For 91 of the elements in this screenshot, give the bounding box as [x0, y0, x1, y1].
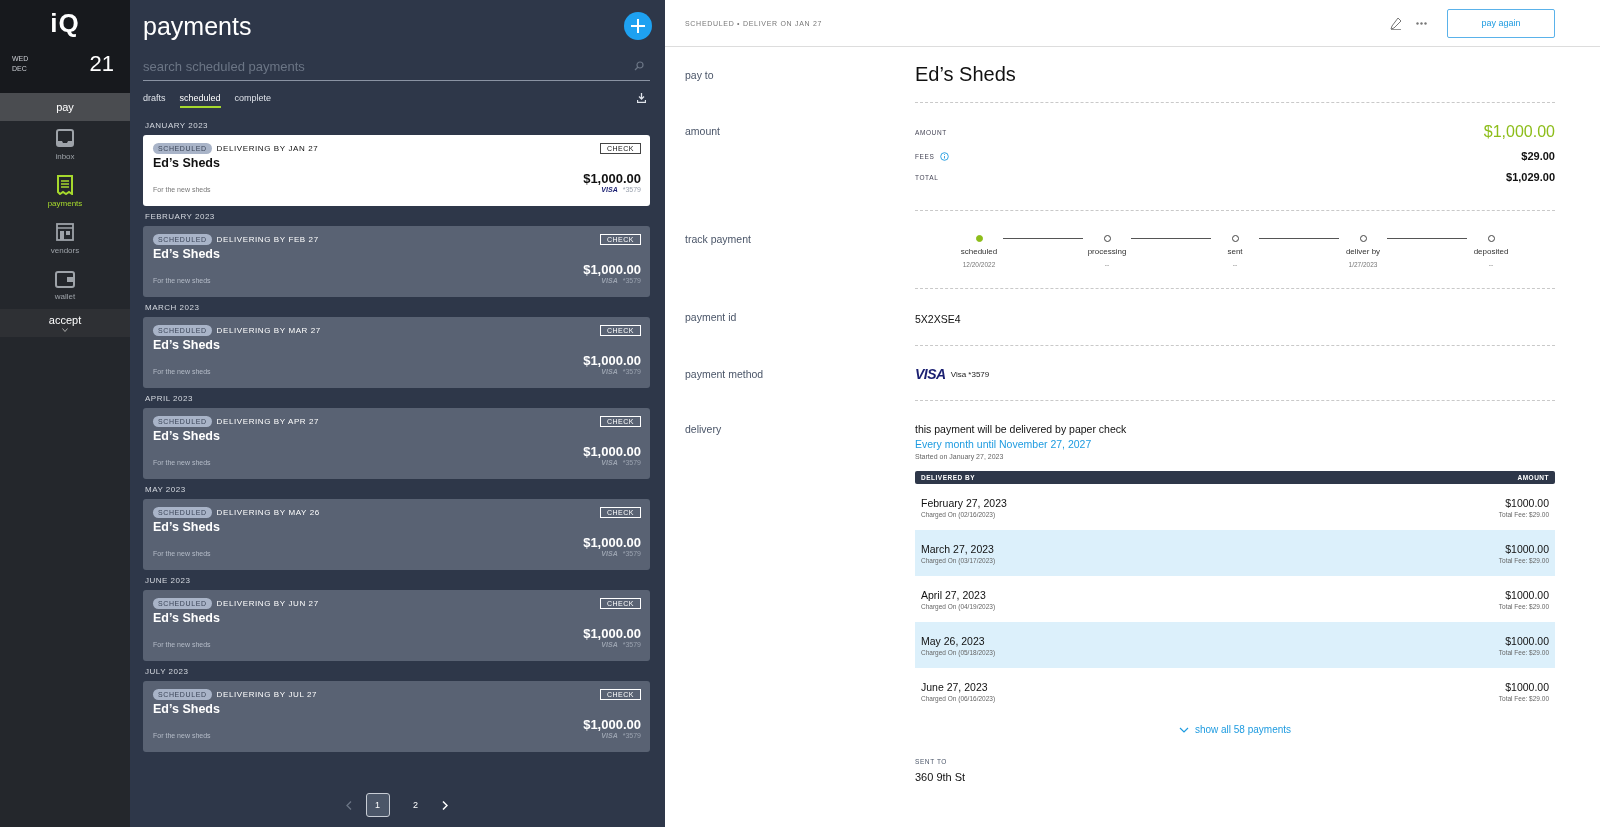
filter-tab[interactable]: drafts	[143, 88, 166, 108]
nav-item[interactable]: payments	[0, 168, 130, 215]
add-button[interactable]	[624, 12, 652, 40]
month-heading: JANUARY 2023	[144, 120, 210, 132]
search-icon	[634, 61, 644, 71]
step-label: scheduled	[960, 247, 998, 256]
page-button[interactable]: 1	[365, 793, 390, 817]
show-all-link[interactable]: show all 58 payments	[1178, 724, 1292, 735]
previous-icon[interactable]	[345, 800, 352, 810]
address-line: 360 9th St	[915, 771, 967, 783]
month-heading: APRIL 2023	[144, 393, 194, 405]
delivery-date: April 27, 2023	[921, 588, 987, 601]
nav-section[interactable]: accept	[0, 309, 130, 337]
step-label: sent	[1227, 247, 1243, 256]
amount: $1000.00	[1505, 634, 1549, 647]
nav-item[interactable]: inbox	[0, 121, 130, 168]
amount: $1,000.00	[583, 262, 641, 277]
payee-name: Ed’s Sheds	[153, 338, 220, 352]
delivery-date: DELIVERING BY JUL 27	[216, 690, 318, 699]
card-number: Visa *3579	[950, 369, 990, 379]
delivery-date: May 26, 2023	[921, 634, 986, 647]
step-label: processing	[1087, 247, 1127, 256]
amount: $1000.00	[1505, 680, 1549, 693]
amount: $1,000.00	[583, 171, 641, 186]
month-heading: JULY 2023	[144, 666, 190, 678]
payee-name: Ed’s Sheds	[153, 520, 220, 534]
plus-icon	[631, 19, 645, 33]
nav-item[interactable]: vendors	[0, 215, 130, 262]
logo: iQ	[50, 8, 80, 39]
payee-name: Ed’s Sheds	[915, 63, 1016, 85]
day-number: 21	[89, 51, 114, 77]
visa-logo: VISA	[915, 366, 946, 382]
nav-item[interactable]: wallet	[0, 262, 130, 309]
month-heading: MAY 2023	[144, 484, 187, 496]
amount: $1,000.00	[583, 626, 641, 641]
amount: $1,000.00	[583, 717, 641, 732]
more-icon[interactable]	[1416, 21, 1427, 25]
delivery-date: DELIVERING BY MAR 27	[216, 326, 321, 335]
payee-name: Ed’s Sheds	[153, 156, 220, 170]
inbox-icon	[55, 128, 75, 148]
field-label: payment id	[684, 310, 738, 325]
search-field[interactable]: search scheduled payments	[143, 52, 650, 81]
field-label: amount	[684, 124, 722, 139]
delivery-date: DELIVERING BY JUN 27	[216, 599, 319, 608]
download-icon[interactable]	[637, 93, 646, 103]
filter-tab[interactable]: complete	[234, 88, 272, 108]
wallet-icon	[55, 270, 75, 288]
chevron-down-icon	[1178, 726, 1189, 733]
caret-icon	[62, 328, 68, 332]
amount: $1000.00	[1505, 542, 1549, 555]
info-icon[interactable]	[940, 151, 950, 161]
delivery-date: June 27, 2023	[921, 680, 989, 693]
step-label: deliver by	[1345, 247, 1381, 256]
amount: $1000.00	[1505, 496, 1549, 509]
page-button[interactable]: 2	[403, 793, 428, 817]
amount: $1,000.00	[583, 444, 641, 459]
payee-name: Ed’s Sheds	[153, 429, 220, 443]
nav-section[interactable]: pay	[0, 93, 130, 121]
amount: $1,000.00	[583, 535, 641, 550]
pay-again-button[interactable]: pay again	[1447, 8, 1555, 38]
schedule-link[interactable]: Every month until November 27, 2027	[915, 438, 1555, 450]
receipt-icon	[56, 175, 74, 195]
payment-id: 5X2XSE4	[915, 313, 961, 325]
field-label: pay to	[684, 68, 715, 83]
delivery-date: March 27, 2023	[921, 542, 995, 555]
delivery-date: DELIVERING BY MAY 26	[216, 508, 320, 517]
pencil-icon[interactable]	[1390, 16, 1402, 30]
store-icon	[55, 222, 75, 242]
amount: $1,000.00	[583, 353, 641, 368]
amount: $1000.00	[1505, 588, 1549, 601]
month-heading: MARCH 2023	[144, 302, 201, 314]
panel-title: payments	[143, 11, 252, 41]
amount-value: $1,029.00	[1506, 171, 1555, 183]
step-label: deposited	[1473, 247, 1509, 256]
field-label: delivery	[684, 422, 723, 437]
delivery-date: DELIVERING BY FEB 27	[216, 235, 319, 244]
payee-name: Ed’s Sheds	[153, 702, 220, 716]
delivery-date: DELIVERING BY APR 27	[216, 417, 320, 426]
delivery-note: this payment will be delivered by paper check	[915, 423, 1128, 435]
field-label: track payment	[684, 232, 752, 247]
delivery-date: DELIVERING BY JAN 27	[216, 144, 319, 153]
payee-name: Ed’s Sheds	[153, 247, 220, 261]
delivery-date: February 27, 2023	[921, 496, 1007, 509]
filter-tab[interactable]: scheduled	[179, 88, 221, 108]
month-heading: JUNE 2023	[144, 575, 192, 587]
amount-value: $1,000.00	[1483, 123, 1555, 141]
payee-name: Ed’s Sheds	[153, 611, 220, 625]
amount-value: $29.00	[1521, 150, 1555, 162]
month-heading: FEBRUARY 2023	[144, 211, 216, 223]
next-icon[interactable]	[441, 800, 448, 810]
field-label: payment method	[684, 367, 765, 382]
